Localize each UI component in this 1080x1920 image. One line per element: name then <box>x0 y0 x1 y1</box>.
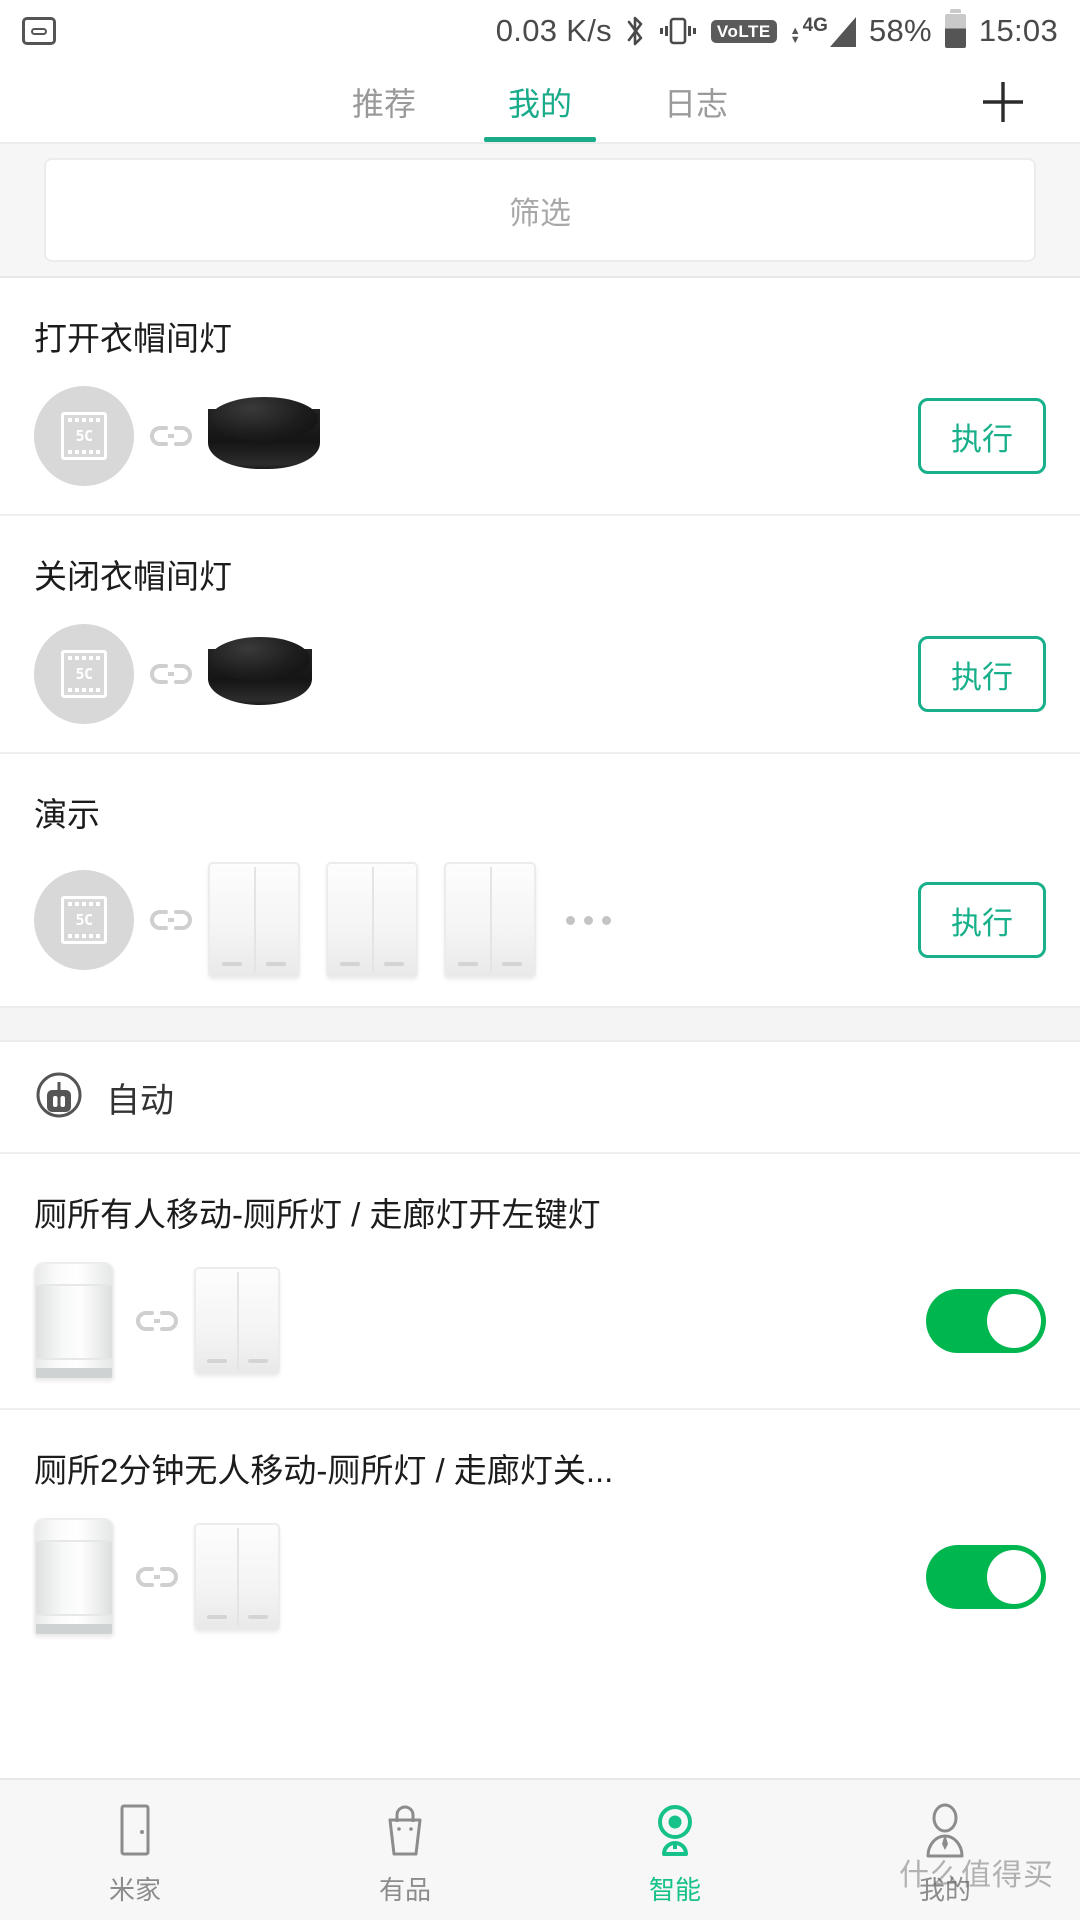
add-button[interactable] <box>976 75 1030 129</box>
shopping-bag-icon <box>381 1802 429 1858</box>
ir-remote-device-icon <box>208 397 320 475</box>
smart-camera-icon <box>650 1802 700 1858</box>
motion-sensor-device-icon <box>34 1262 114 1380</box>
nav-item-smart[interactable]: 智能 <box>540 1780 810 1920</box>
nav-label: 米家 <box>108 1874 161 1905</box>
automation-toggle[interactable] <box>926 1289 1046 1353</box>
scene-row[interactable]: 演示 5C 执行 <box>0 752 1080 1006</box>
tab-recommend[interactable]: 推荐 <box>346 62 422 142</box>
execute-button[interactable]: 执行 <box>918 398 1046 474</box>
top-tab-bar: 推荐 我的 日志 <box>0 62 1080 144</box>
app-root: 0.03 K/s VoLTE ▲ ▼ 4G 58% 15:03 推荐 我的 日志… <box>0 0 1080 1920</box>
battery-percent-text: 58% <box>868 13 932 48</box>
link-icon <box>148 905 194 935</box>
status-bar-right: 0.03 K/s VoLTE ▲ ▼ 4G 58% 15:03 <box>495 9 1058 49</box>
nav-item-mijia[interactable]: 米家 <box>0 1780 270 1920</box>
automation-row[interactable]: 厕所2分钟无人移动-厕所灯 / 走廊灯关... <box>0 1408 1080 1664</box>
scene-title: 演示 <box>34 796 100 833</box>
scene-row-body: 5C 执行 <box>34 624 1046 724</box>
scene-row[interactable]: 关闭衣帽间灯 5C 执行 <box>0 514 1080 752</box>
automation-row-body <box>34 1262 1046 1380</box>
execute-button[interactable]: 执行 <box>918 882 1046 958</box>
automation-section-header: 自动 <box>0 1042 1080 1152</box>
signal-bars-icon <box>829 17 856 47</box>
network-type-label: 4G <box>802 15 828 36</box>
wall-switch-device-icon <box>194 1267 280 1375</box>
link-icon <box>134 1306 180 1336</box>
volte-icon: VoLTE <box>710 19 777 43</box>
automation-section-label: 自动 <box>106 1081 174 1120</box>
tab-log[interactable]: 日志 <box>658 62 734 142</box>
data-transfer-icon: ▲ ▼ <box>789 25 801 46</box>
network-speed-text: 0.03 K/s <box>495 13 612 48</box>
automation-toggle[interactable] <box>926 1545 1046 1609</box>
automation-device-list <box>34 1518 926 1636</box>
scene-title: 打开衣帽间灯 <box>34 320 232 357</box>
automation-title: 厕所2分钟无人移动-厕所灯 / 走廊灯关... <box>34 1452 614 1489</box>
nav-item-profile[interactable]: 我的 <box>810 1780 1080 1920</box>
automation-device-list <box>34 1262 926 1380</box>
tab-mine[interactable]: 我的 <box>483 62 597 142</box>
scene-device-list: 5C <box>34 862 918 978</box>
status-bar-left <box>22 17 56 45</box>
scene-row[interactable]: 打开衣帽间灯 5C 执行 <box>0 276 1080 514</box>
scene-title: 关闭衣帽间灯 <box>34 558 232 595</box>
clock-text: 15:03 <box>978 13 1058 48</box>
bluetooth-icon <box>625 15 645 47</box>
film-strip-icon: 5C <box>61 650 107 698</box>
nav-label: 智能 <box>648 1874 701 1905</box>
scene-avatar-icon: 5C <box>34 870 134 970</box>
nav-item-youpin[interactable]: 有品 <box>270 1780 540 1920</box>
execute-button[interactable]: 执行 <box>918 636 1046 712</box>
automation-row[interactable]: 厕所有人移动-厕所灯 / 走廊灯开左键灯 <box>0 1152 1080 1408</box>
filter-bar: 筛选 <box>0 144 1080 276</box>
scene-device-list: 5C <box>34 624 918 724</box>
automation-row-body <box>34 1518 1046 1636</box>
section-divider <box>0 1006 1080 1042</box>
robot-icon <box>34 1070 84 1125</box>
more-devices-icon <box>566 915 611 925</box>
scene-row-body: 5C 执行 <box>34 862 1046 978</box>
scene-row-body: 5C 执行 <box>34 386 1046 486</box>
ir-remote-device-icon <box>208 637 312 711</box>
filter-input[interactable]: 筛选 <box>44 158 1036 262</box>
device-icon <box>112 1802 158 1858</box>
film-strip-icon: 5C <box>61 412 107 460</box>
content-scroll-area[interactable]: 打开衣帽间灯 5C 执行 关闭衣帽间灯 5C 执行 演示 5C 执行 自动 厕所… <box>0 276 1080 1778</box>
plus-icon <box>976 75 1030 129</box>
toggle-knob <box>987 1294 1041 1348</box>
nav-label: 有品 <box>378 1874 431 1905</box>
scene-device-list: 5C <box>34 386 918 486</box>
wall-switch-device-icon <box>208 862 300 978</box>
signal-icon: ▲ ▼ 4G <box>790 15 856 47</box>
film-strip-icon: 5C <box>61 896 107 944</box>
person-icon <box>922 1802 968 1858</box>
link-icon <box>148 659 194 689</box>
link-icon <box>148 421 194 451</box>
nav-label: 我的 <box>918 1874 971 1905</box>
wall-switch-device-icon <box>326 862 418 978</box>
sim-card-icon <box>22 17 56 45</box>
motion-sensor-device-icon <box>34 1518 114 1636</box>
wall-switch-device-icon <box>194 1523 280 1631</box>
wall-switch-device-icon <box>444 862 536 978</box>
scene-avatar-icon: 5C <box>34 624 134 724</box>
battery-icon <box>944 9 966 48</box>
toggle-knob <box>987 1550 1041 1604</box>
scene-avatar-icon: 5C <box>34 386 134 486</box>
link-icon <box>134 1562 180 1592</box>
bottom-navigation: 米家 有品 智能 我的 <box>0 1778 1080 1920</box>
vibrate-icon <box>658 15 698 47</box>
automation-title: 厕所有人移动-厕所灯 / 走廊灯开左键灯 <box>34 1196 601 1233</box>
status-bar: 0.03 K/s VoLTE ▲ ▼ 4G 58% 15:03 <box>0 0 1080 62</box>
tab-list: 推荐 我的 日志 <box>346 62 734 142</box>
